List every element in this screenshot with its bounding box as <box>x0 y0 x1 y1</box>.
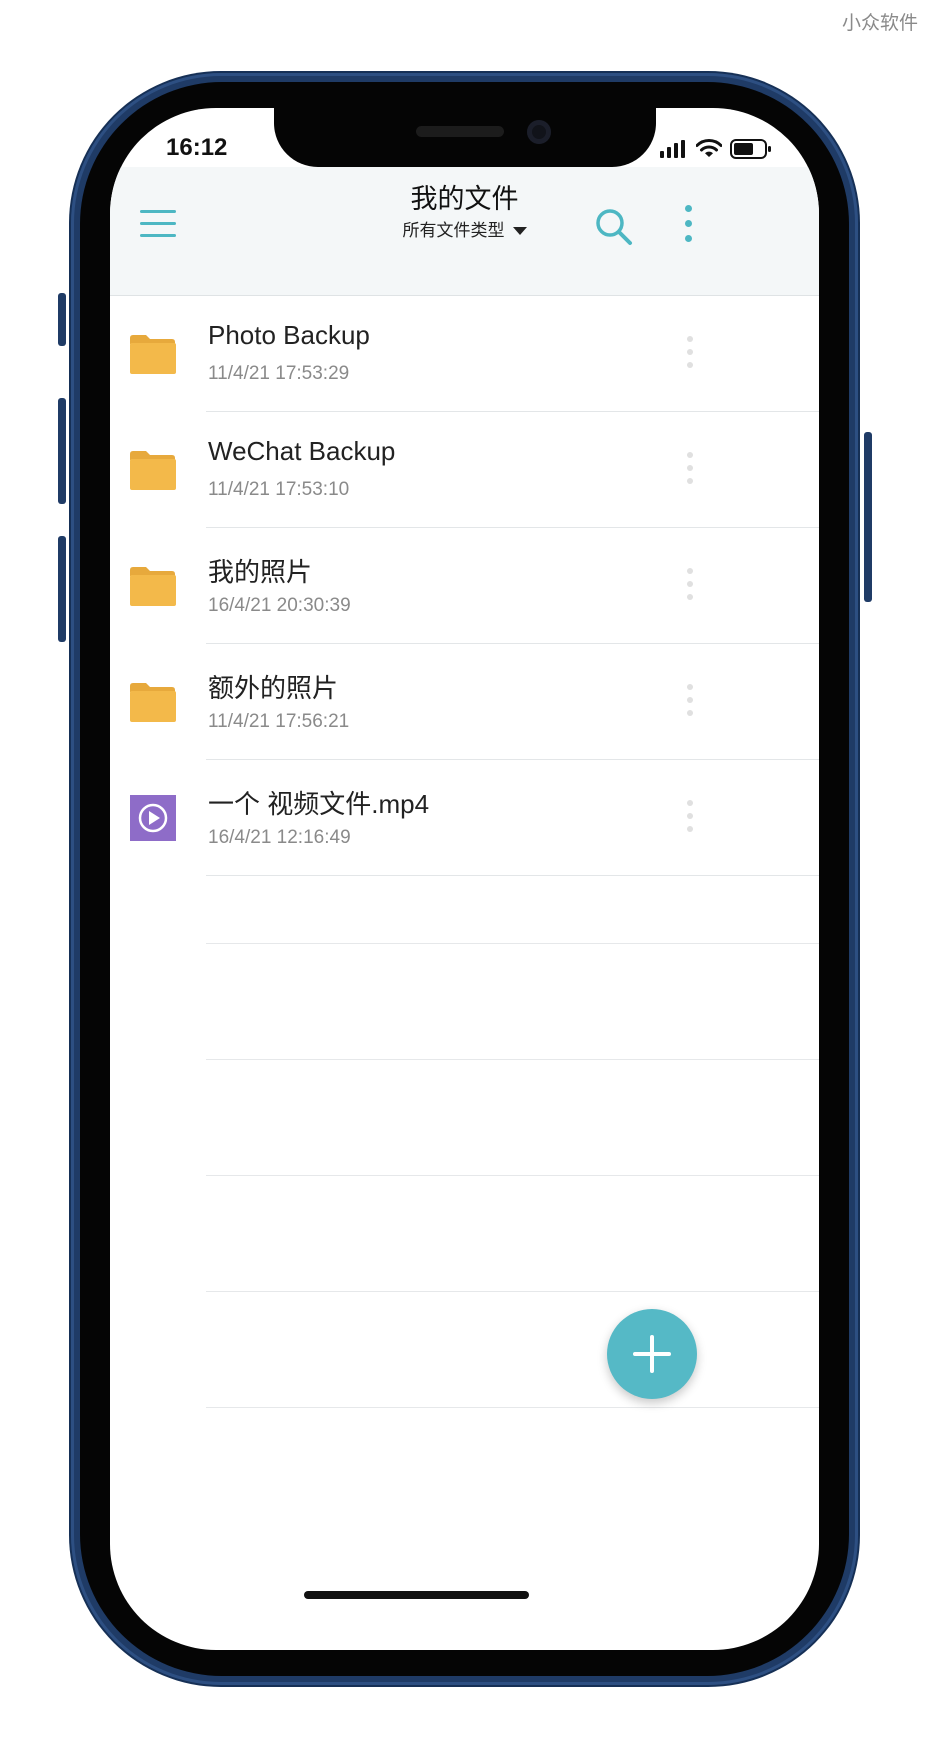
hamburger-icon <box>140 210 176 213</box>
empty-row-divider <box>206 943 819 944</box>
cellular-signal-icon <box>660 140 685 158</box>
row-more-button[interactable] <box>684 568 696 604</box>
file-row[interactable]: 额外的照片 11/4/21 17:56:21 <box>110 644 819 760</box>
empty-row-divider <box>206 1291 819 1292</box>
dot <box>687 581 693 587</box>
row-more-button[interactable] <box>684 800 696 836</box>
empty-row-divider <box>206 1175 819 1176</box>
hamburger-line <box>140 222 176 225</box>
volume-down-button <box>58 536 66 642</box>
add-button[interactable] <box>607 1309 697 1399</box>
file-row[interactable]: WeChat Backup 11/4/21 17:53:10 <box>110 412 819 528</box>
row-more-button[interactable] <box>684 336 696 372</box>
page-title: 我的文件 <box>410 184 519 215</box>
dot <box>687 594 693 600</box>
more-vertical-icon <box>687 568 693 574</box>
more-vertical-icon <box>687 800 693 806</box>
wifi-icon <box>696 139 722 157</box>
home-indicator[interactable] <box>304 1591 529 1599</box>
empty-row-divider <box>206 1059 819 1060</box>
front-camera <box>527 120 551 144</box>
dot <box>687 826 693 832</box>
folder-icon <box>130 567 176 606</box>
file-name: WeChat Backup <box>208 436 396 466</box>
file-list: Photo Backup 11/4/21 17:53:29 WeChat Bac… <box>110 296 819 876</box>
search-button[interactable] <box>594 207 634 247</box>
phone-screen: 16:12 我的文件 所有文件类型 Photo Backup 11/4/21 1… <box>110 108 819 1650</box>
watermark: 小众软件 <box>841 12 918 34</box>
file-name: Photo Backup <box>208 320 370 350</box>
file-date: 16/4/21 12:16:49 <box>208 827 351 848</box>
folder-icon <box>130 683 176 722</box>
silent-switch <box>58 293 66 346</box>
more-vertical-icon <box>684 205 692 212</box>
dot <box>687 710 693 716</box>
more-vertical-icon <box>687 336 693 342</box>
speaker-grille <box>416 126 504 137</box>
dot <box>684 235 692 242</box>
row-more-button[interactable] <box>684 452 696 488</box>
video-file-icon <box>130 795 176 841</box>
hamburger-line <box>140 234 176 237</box>
dot <box>687 697 693 703</box>
menu-button[interactable] <box>140 210 176 242</box>
file-type-filter[interactable]: 所有文件类型 <box>310 218 619 244</box>
file-row[interactable]: 我的照片 16/4/21 20:30:39 <box>110 528 819 644</box>
dot <box>687 465 693 471</box>
power-button <box>864 432 872 602</box>
dot <box>687 362 693 368</box>
caret-down-icon <box>512 227 527 235</box>
file-name: 我的照片 <box>208 557 313 587</box>
row-more-button[interactable] <box>684 684 696 720</box>
file-type-filter-label: 所有文件类型 <box>402 221 505 241</box>
file-name: 额外的照片 <box>208 673 339 703</box>
app-header: 我的文件 所有文件类型 <box>110 167 819 296</box>
dot <box>687 478 693 484</box>
empty-row-divider <box>206 1407 819 1408</box>
dot <box>687 349 693 355</box>
file-name: 一个 视频文件.mp4 <box>208 789 430 819</box>
file-date: 11/4/21 17:56:21 <box>208 711 350 732</box>
file-date: 11/4/21 17:53:29 <box>208 363 350 384</box>
more-vertical-icon <box>687 684 693 690</box>
plus-icon <box>633 1335 671 1373</box>
row-divider <box>206 875 819 876</box>
file-row[interactable]: Photo Backup 11/4/21 17:53:29 <box>110 296 819 412</box>
dot <box>684 220 692 227</box>
more-options-button[interactable] <box>682 205 694 249</box>
file-row[interactable]: 一个 视频文件.mp4 16/4/21 12:16:49 <box>110 760 819 876</box>
volume-up-button <box>58 398 66 504</box>
title-block: 我的文件 所有文件类型 <box>310 182 619 244</box>
more-vertical-icon <box>687 452 693 458</box>
dot <box>687 813 693 819</box>
notch <box>274 108 656 167</box>
status-time: 16:12 <box>166 134 228 161</box>
file-date: 11/4/21 17:53:10 <box>208 479 350 500</box>
battery-icon <box>730 139 771 159</box>
folder-icon <box>130 451 176 490</box>
search-icon <box>596 209 632 245</box>
file-date: 16/4/21 20:30:39 <box>208 595 351 616</box>
folder-icon <box>130 335 176 374</box>
